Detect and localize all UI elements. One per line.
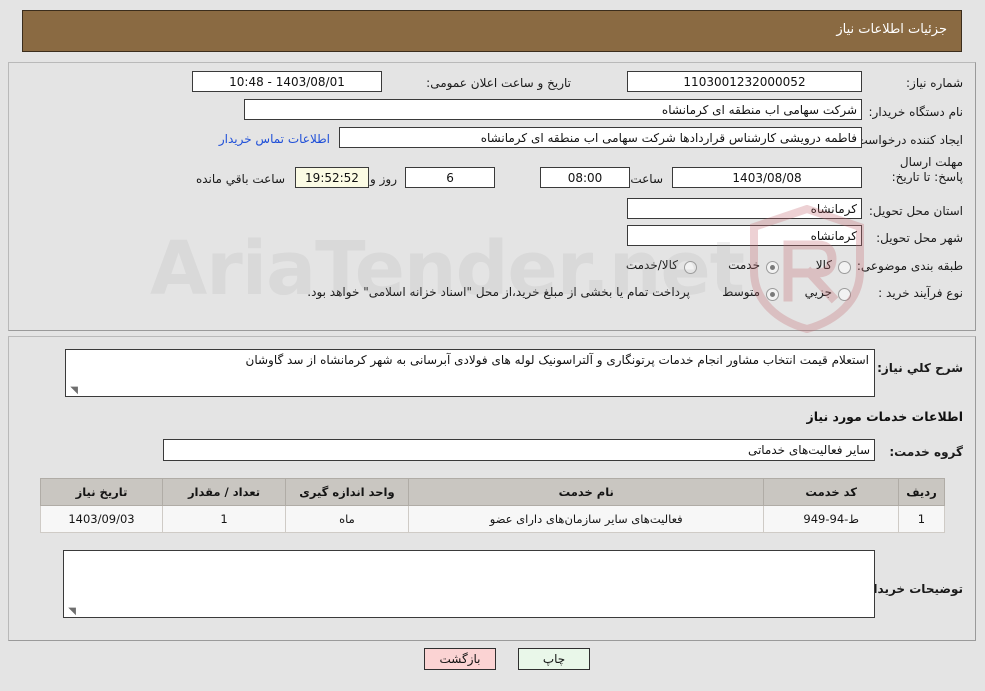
radio-process-motavaset[interactable] [766, 288, 779, 301]
radio-subject-khedmat[interactable] [766, 261, 779, 274]
deadline-time-field[interactable]: 08:00 [540, 167, 630, 188]
radio-subject-kala-khedmat[interactable] [684, 261, 697, 274]
announce-datetime-field[interactable]: 1403/08/01 - 10:48 [192, 71, 382, 92]
radio-process-motavaset-label: متوسط [722, 285, 760, 299]
service-group-label: گروه خدمت: [889, 445, 963, 459]
need-summary-textarea[interactable]: استعلام قیمت انتخاب مشاور انجام خدمات پر… [65, 349, 875, 397]
radio-subject-kala-khedmat-label: کالا/خدمت [625, 258, 678, 272]
subject-category-label: طبقه بندی موضوعی: [856, 259, 963, 273]
deadline-date-field[interactable]: 1403/08/08 [672, 167, 862, 188]
resize-grip-icon[interactable]: ◥ [68, 386, 78, 396]
page-title: جزئیات اطلاعات نیاز [836, 22, 947, 37]
request-creator-label: ایجاد کننده درخواست: [852, 133, 963, 147]
need-info-panel: شماره نیاز: 1103001232000052 تاریخ و ساع… [8, 62, 976, 331]
deadline-days-field[interactable]: 6 [405, 167, 495, 188]
delivery-province-field[interactable]: کرمانشاه [627, 198, 862, 219]
cell-unit: ماه [284, 505, 409, 533]
buyer-contact-link[interactable]: اطلاعات تماس خریدار [219, 132, 330, 146]
deadline-countdown-field: 19:52:52 [295, 167, 369, 188]
buyer-org-label: نام دستگاه خریدار: [868, 105, 964, 119]
cell-quantity: 1 [162, 505, 286, 533]
buyer-notes-textarea[interactable]: ◥ [63, 550, 875, 618]
th-need-date: تاریخ نیاز [40, 478, 163, 506]
radio-process-jozei-label: جزیي [804, 285, 832, 299]
delivery-city-field[interactable]: کرمانشاه [627, 225, 862, 246]
cell-service-name: فعالیت‌های سایر سازمان‌های دارای عضو [407, 505, 765, 533]
deadline-label: مهلت ارسال پاسخ: تا تاریخ: [891, 155, 963, 184]
th-service-code: کد خدمت [763, 478, 899, 506]
need-number-label: شماره نیاز: [906, 76, 963, 90]
th-unit: واحد اندازه گیری [284, 478, 409, 506]
radio-subject-kala[interactable] [838, 261, 851, 274]
cell-service-code: ط-94-949 [763, 505, 899, 533]
services-section-title: اطلاعات خدمات مورد نیاز [806, 409, 964, 424]
print-button[interactable]: چاپ [518, 648, 590, 670]
request-creator-field[interactable]: فاطمه درویشی کارشناس قراردادها شرکت سهام… [339, 127, 862, 148]
table-row: 1 ط-94-949 فعالیت‌های سایر سازمان‌های دا… [40, 505, 946, 533]
th-quantity: تعداد / مقدار [162, 478, 286, 506]
radio-subject-khedmat-label: خدمت [728, 258, 760, 272]
delivery-city-label: شهر محل تحویل: [876, 231, 963, 245]
cell-need-date: 1403/09/03 [40, 505, 163, 533]
th-row: ردیف [897, 478, 946, 506]
radio-subject-kala-label: کالا [815, 258, 832, 272]
deadline-days-label: روز و [370, 172, 397, 186]
table-header-row: ردیف کد خدمت نام خدمت واحد اندازه گیری ت… [40, 478, 946, 506]
delivery-province-label: استان محل تحویل: [868, 204, 963, 218]
announce-datetime-label: تاریخ و ساعت اعلان عمومی: [426, 76, 571, 90]
resize-grip-icon[interactable]: ◥ [66, 607, 76, 617]
need-summary-text: استعلام قیمت انتخاب مشاور انجام خدمات پر… [245, 353, 869, 367]
deadline-time-label: ساعت [630, 172, 663, 186]
buyer-notes-label: توضیحات خریدار: [861, 582, 963, 596]
th-service-name: نام خدمت [407, 478, 765, 506]
buyer-org-field[interactable]: شرکت سهامی اب منطقه ای کرمانشاه [244, 99, 862, 120]
back-button[interactable]: بازگشت [424, 648, 496, 670]
page-header-bar: جزئیات اطلاعات نیاز [22, 10, 962, 52]
purchase-process-note: پرداخت تمام یا بخشی از مبلغ خرید،از محل … [307, 285, 690, 299]
need-number-field[interactable]: 1103001232000052 [627, 71, 862, 92]
purchase-process-label: نوع فرآیند خرید : [878, 286, 963, 300]
radio-process-jozei[interactable] [838, 288, 851, 301]
needs-table: ردیف کد خدمت نام خدمت واحد اندازه گیری ت… [40, 478, 946, 533]
cell-row: 1 [897, 505, 946, 533]
deadline-countdown-label: ساعت باقي مانده [195, 172, 285, 186]
need-summary-label: شرح کلي نياز: [877, 361, 963, 375]
service-group-field[interactable]: سایر فعالیت‌های خدماتی [163, 439, 875, 461]
